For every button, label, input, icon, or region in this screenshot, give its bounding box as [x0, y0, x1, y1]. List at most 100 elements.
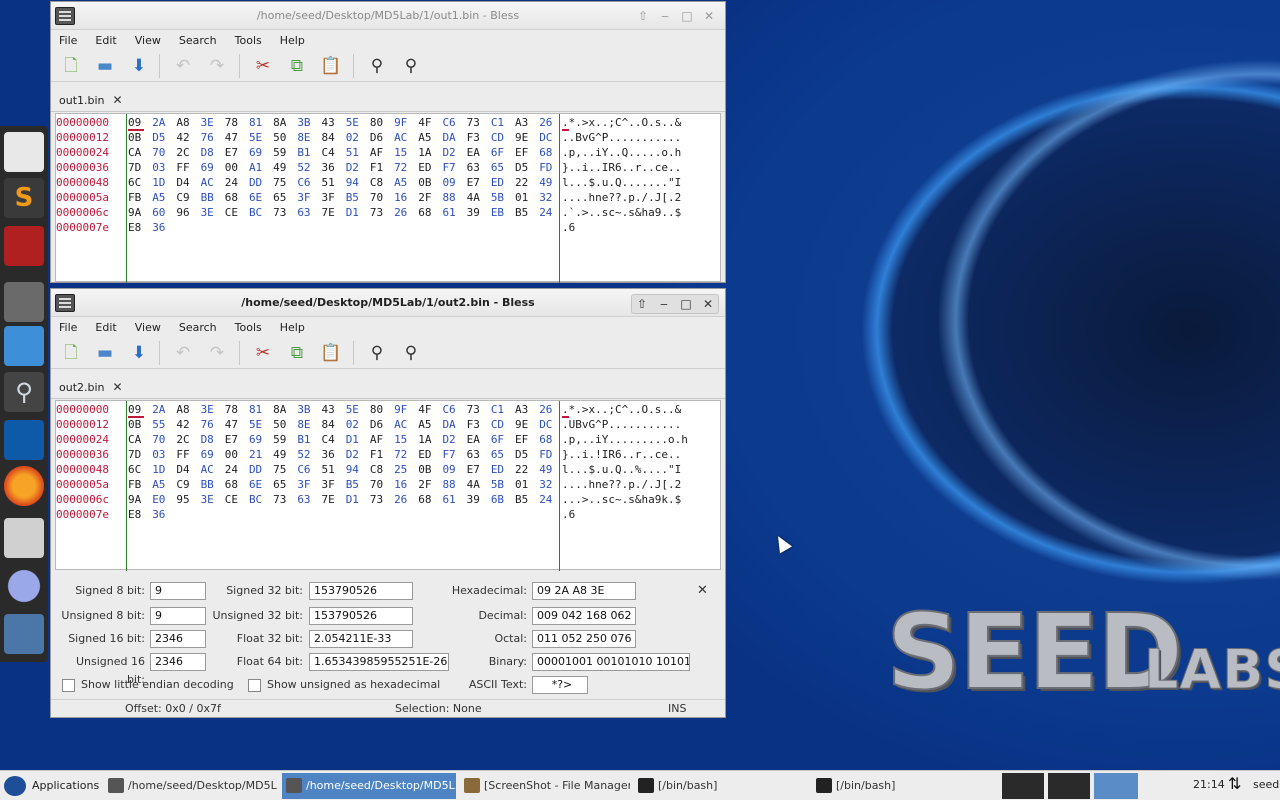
menu-edit[interactable]: Edit: [95, 321, 116, 334]
hex-byte[interactable]: 63: [297, 492, 321, 507]
hex-byte[interactable]: 0B: [418, 462, 442, 477]
row-ascii[interactable]: ....hne??.p./.J[.2: [562, 190, 681, 205]
hex-byte[interactable]: 8A: [273, 402, 297, 417]
hex-byte[interactable]: C1: [491, 402, 515, 417]
row-bytes[interactable]: 09 2A A8 3E 78 81 8A 3B 43 5E 80 9F 4F C6 73 C1 A3 26: [128, 402, 563, 417]
unsigned-hex-checkbox[interactable]: [248, 679, 261, 692]
row-ascii[interactable]: .`.>..sc~.s&ha9..$: [562, 205, 681, 220]
close-icon[interactable]: ✕: [699, 7, 719, 25]
hex-row[interactable]: 00000000 09 2A A8 3E 78 81 8A 3B 43 5E 80 9F 4F C6 73 C1…: [56, 402, 720, 417]
task-terminal-2[interactable]: [/bin/bash]: [812, 773, 986, 799]
hex-byte[interactable]: 36: [152, 220, 176, 235]
hex-byte[interactable]: 09: [442, 175, 466, 190]
hex-byte[interactable]: 73: [370, 492, 394, 507]
field-unsigned-32[interactable]: 153790526: [309, 607, 413, 625]
hex-byte[interactable]: C4: [322, 432, 346, 447]
hex-byte[interactable]: A5: [394, 175, 418, 190]
search-icon[interactable]: ⚲: [4, 372, 44, 412]
hex-byte[interactable]: F7: [442, 447, 466, 462]
hex-byte[interactable]: CA: [128, 145, 152, 160]
hex-byte[interactable]: 6C: [128, 175, 152, 190]
hex-byte[interactable]: 69: [249, 432, 273, 447]
hex-byte[interactable]: AC: [394, 130, 418, 145]
maximize-icon[interactable]: □: [677, 7, 697, 25]
hex-byte[interactable]: C6: [442, 115, 466, 130]
hex-byte[interactable]: D1: [346, 432, 370, 447]
hex-byte[interactable]: 3E: [201, 205, 225, 220]
menu-tools[interactable]: Tools: [235, 34, 262, 47]
monitor-icon[interactable]: [4, 614, 44, 654]
hex-byte[interactable]: D5: [152, 130, 176, 145]
hex-byte[interactable]: 24: [225, 462, 249, 477]
find-icon[interactable]: ⚲: [365, 341, 389, 365]
hex-byte[interactable]: D2: [346, 160, 370, 175]
hex-byte[interactable]: D8: [201, 145, 225, 160]
hex-byte[interactable]: 55: [152, 417, 176, 432]
copy-icon[interactable]: ⧉: [285, 341, 309, 365]
title-bar[interactable]: /home/seed/Desktop/MD5Lab/1/out1.bin - B…: [51, 2, 725, 30]
hex-byte[interactable]: 49: [273, 160, 297, 175]
find-replace-icon[interactable]: ⚲: [399, 54, 423, 78]
text-editor-icon[interactable]: [4, 132, 44, 172]
hex-byte[interactable]: 6C: [128, 462, 152, 477]
hex-byte[interactable]: A5: [418, 417, 442, 432]
hex-byte[interactable]: 63: [297, 205, 321, 220]
hex-byte[interactable]: C9: [176, 477, 200, 492]
hex-byte[interactable]: 43: [322, 402, 346, 417]
hex-byte[interactable]: 3F: [322, 477, 346, 492]
hex-byte[interactable]: EF: [515, 145, 539, 160]
hex-byte[interactable]: BC: [249, 492, 273, 507]
hex-byte[interactable]: FD: [539, 447, 563, 462]
hex-byte[interactable]: 32: [539, 477, 563, 492]
menu-help[interactable]: Help: [280, 34, 305, 47]
hex-byte[interactable]: 78: [225, 402, 249, 417]
hex-byte[interactable]: 6B: [491, 492, 515, 507]
hex-byte[interactable]: CE: [225, 492, 249, 507]
hex-byte[interactable]: 51: [346, 145, 370, 160]
menu-search[interactable]: Search: [179, 34, 217, 47]
network-icon[interactable]: [4, 566, 44, 606]
hex-byte[interactable]: 96: [176, 205, 200, 220]
hex-byte[interactable]: 3E: [201, 115, 225, 130]
hex-byte[interactable]: 94: [346, 175, 370, 190]
hex-byte[interactable]: 69: [201, 447, 225, 462]
hex-view[interactable]: 00000000 09 2A A8 3E 78 81 8A 3B 43 5E 80 9F 4F C6 73 C1…: [55, 113, 721, 283]
row-ascii[interactable]: .6: [562, 220, 575, 235]
hex-byte[interactable]: 0B: [128, 130, 152, 145]
hex-byte[interactable]: 61: [442, 205, 466, 220]
hex-byte[interactable]: CE: [225, 205, 249, 220]
hex-byte[interactable]: 6F: [491, 145, 515, 160]
wireshark-icon[interactable]: [4, 420, 44, 460]
hex-byte[interactable]: 24: [225, 175, 249, 190]
hex-byte[interactable]: 6E: [249, 477, 273, 492]
hex-byte[interactable]: 5E: [346, 115, 370, 130]
minimize-icon[interactable]: ‒: [654, 295, 674, 313]
task-terminal-1[interactable]: [/bin/bash]: [634, 773, 808, 799]
hex-row[interactable]: 00000024 CA 70 2C D8 E7 69 59 B1 C4 D1 AF 15 1A D2 EA 6F…: [56, 432, 720, 447]
hex-byte[interactable]: F3: [467, 130, 491, 145]
hex-byte[interactable]: 69: [249, 145, 273, 160]
hex-byte[interactable]: CD: [491, 130, 515, 145]
hex-byte[interactable]: A5: [152, 477, 176, 492]
hex-byte[interactable]: 72: [394, 447, 418, 462]
hex-byte[interactable]: 3F: [322, 190, 346, 205]
sublime-icon[interactable]: S: [4, 178, 44, 218]
hex-byte[interactable]: 0B: [128, 417, 152, 432]
save-icon[interactable]: ⬇: [127, 54, 151, 78]
hex-byte[interactable]: F7: [442, 160, 466, 175]
row-ascii[interactable]: ..BvG^P...........: [562, 130, 681, 145]
row-bytes[interactable]: 6C 1D D4 AC 24 DD 75 C6 51 94 C8 A5 0B 09 E7 ED 22 49: [128, 175, 563, 190]
task-bless-out2[interactable]: /home/seed/Desktop/MD5L...: [282, 773, 456, 799]
hex-byte[interactable]: 42: [176, 130, 200, 145]
hex-byte[interactable]: 21: [249, 447, 273, 462]
hex-byte[interactable]: 43: [322, 115, 346, 130]
hex-byte[interactable]: 5B: [491, 190, 515, 205]
hex-byte[interactable]: 7E: [322, 205, 346, 220]
hex-byte[interactable]: 73: [273, 205, 297, 220]
hex-byte[interactable]: 9F: [394, 402, 418, 417]
hex-byte[interactable]: 09: [442, 462, 466, 477]
hex-byte[interactable]: EA: [467, 432, 491, 447]
hex-byte[interactable]: 72: [394, 160, 418, 175]
hex-byte[interactable]: 9E: [515, 417, 539, 432]
hex-byte[interactable]: 73: [273, 492, 297, 507]
